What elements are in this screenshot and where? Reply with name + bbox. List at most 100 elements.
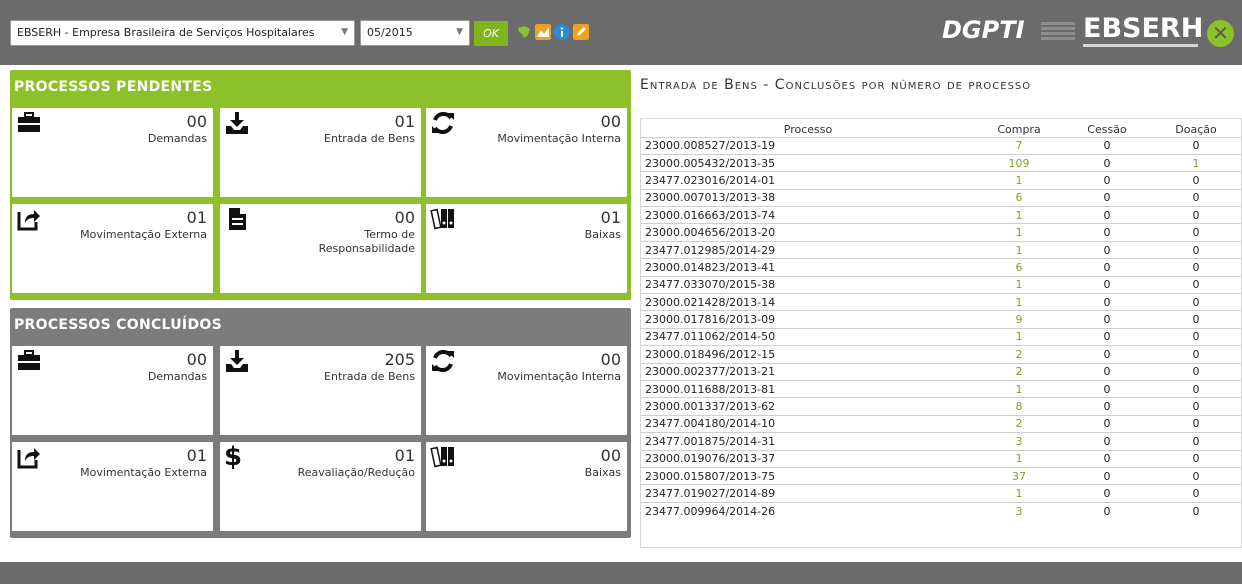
cell-cessao: 0 [1063, 240, 1151, 259]
chevron-down-icon: ▼ [456, 27, 463, 37]
cell-doacao: 0 [1151, 206, 1241, 224]
cell-cessao: 0 [1063, 153, 1151, 172]
table-row[interactable]: 23000.004656/2013-20 1 0 0 [641, 223, 1241, 242]
table-row[interactable]: 23000.005432/2013-35 109 0 1 [641, 153, 1241, 172]
cell-processo: 23477.023016/2014-01 [641, 171, 975, 190]
close-button[interactable]: ✕ [1207, 20, 1234, 47]
table-row[interactable]: 23477.011062/2014-50 1 0 0 [641, 327, 1241, 346]
share-icon [17, 448, 40, 469]
cell-compra: 1 [975, 449, 1063, 468]
table-row[interactable]: 23000.016663/2013-74 1 0 0 [641, 206, 1241, 224]
cell-compra: 1 [975, 484, 1063, 503]
table-row[interactable]: 23000.015807/2013-75 37 0 0 [641, 466, 1241, 485]
cell-compra: 1 [975, 171, 1063, 190]
cell-compra: 3 [975, 501, 1063, 520]
card-baixas[interactable]: 01 Baixas [426, 204, 627, 293]
cell-compra: 1 [975, 293, 1063, 311]
card-label: Baixas [584, 466, 621, 479]
cell-processo: 23000.016663/2013-74 [641, 206, 975, 224]
cell-doacao: 0 [1151, 188, 1241, 207]
top-bar: EBSERH - Empresa Brasileira de Serviços … [0, 0, 1242, 65]
table-row[interactable]: 23000.018496/2012-15 2 0 0 [641, 345, 1241, 364]
table-row[interactable]: 23477.023016/2014-01 1 0 0 [641, 171, 1241, 190]
column-header-compra[interactable]: Compra [975, 119, 1063, 137]
card-baixas[interactable]: 00 Baixas [426, 442, 627, 531]
cell-processo: 23477.009964/2014-26 [641, 501, 975, 520]
cell-cessao: 0 [1063, 206, 1151, 224]
table-header-row: Processo Compra Cessão Doação [641, 119, 1241, 137]
edit-icon[interactable] [573, 24, 589, 40]
cell-compra: 1 [975, 275, 1063, 294]
table-row[interactable]: 23477.004180/2014-10 2 0 0 [641, 414, 1241, 433]
table-row[interactable]: 23000.014823/2013-41 6 0 0 [641, 258, 1241, 277]
cell-cessao: 0 [1063, 223, 1151, 242]
cell-doacao: 0 [1151, 327, 1241, 346]
ok-button[interactable]: OK [474, 21, 508, 46]
organization-select[interactable]: EBSERH - Empresa Brasileira de Serviços … [10, 20, 355, 46]
card-value: 00 [600, 446, 621, 465]
card-value: 00 [600, 350, 621, 369]
table-row[interactable]: 23000.021428/2013-14 1 0 0 [641, 293, 1241, 311]
card-value: 00 [600, 112, 621, 131]
table-row[interactable]: 23000.011688/2013-81 1 0 0 [641, 379, 1241, 398]
cell-compra: 2 [975, 414, 1063, 433]
card-movimentacao-externa[interactable]: 01 Movimentação Externa [12, 204, 213, 293]
archive-binders-icon [430, 208, 454, 230]
document-icon [229, 208, 246, 230]
month-select[interactable]: 05/2015 ▼ [360, 20, 470, 46]
column-header-cessao[interactable]: Cessão [1063, 119, 1151, 137]
table-row[interactable]: 23000.019076/2013-37 1 0 0 [641, 449, 1241, 468]
cell-doacao: 0 [1151, 258, 1241, 277]
cell-processo: 23000.004656/2013-20 [641, 223, 975, 242]
card-entrada-de-bens[interactable]: 01 Entrada de Bens [220, 108, 421, 197]
table-row[interactable]: 23000.008527/2013-19 7 0 0 [641, 136, 1241, 155]
table-row[interactable]: 23477.019027/2014-89 1 0 0 [641, 484, 1241, 503]
cell-processo: 23000.001337/2013-62 [641, 397, 975, 416]
table-row[interactable]: 23477.033070/2015-38 1 0 0 [641, 275, 1241, 294]
refresh-icon [432, 350, 454, 372]
column-header-processo[interactable]: Processo [641, 119, 975, 137]
table-row[interactable]: 23477.012985/2014-29 1 0 0 [641, 240, 1241, 259]
card-demandas[interactable]: 00 Demandas [12, 108, 213, 197]
cell-cessao: 0 [1063, 345, 1151, 364]
ebserh-logo: EBSERH [1083, 13, 1204, 44]
table-row[interactable]: 23477.001875/2014-31 3 0 0 [641, 432, 1241, 451]
cell-cessao: 0 [1063, 466, 1151, 485]
cell-cessao: 0 [1063, 258, 1151, 277]
cell-cessao: 0 [1063, 432, 1151, 451]
cell-cessao: 0 [1063, 136, 1151, 155]
card-movimentacao-externa[interactable]: 01 Movimentação Externa [12, 442, 213, 531]
cell-compra: 1 [975, 379, 1063, 398]
organization-select-value: EBSERH - Empresa Brasileira de Serviços … [17, 26, 315, 39]
info-icon[interactable] [554, 24, 570, 40]
processos-concluidos-panel: PROCESSOS CONCLUÍDOS 00 Demandas 205 Ent… [10, 308, 631, 538]
card-movimentacao-interna[interactable]: 00 Movimentação Interna [426, 346, 627, 435]
share-icon [17, 210, 40, 231]
cell-processo: 23000.014823/2013-41 [641, 258, 975, 277]
card-termo-de-responsabilidade[interactable]: 00 Termo de Responsabilidade [220, 204, 421, 293]
card-label: Movimentação Interna [497, 132, 621, 145]
card-demandas[interactable]: 00 Demandas [12, 346, 213, 435]
brazil-map-icon[interactable] [516, 24, 532, 40]
chart-icon[interactable] [535, 24, 551, 40]
table-row[interactable]: 23000.002377/2013-21 2 0 0 [641, 362, 1241, 381]
cell-doacao: 0 [1151, 466, 1241, 485]
card-reavaliacao-reducao[interactable]: $ 01 Reavaliação/Redução [220, 442, 421, 531]
cell-doacao: 0 [1151, 414, 1241, 433]
table-row[interactable]: 23477.009964/2014-26 3 0 0 [641, 501, 1241, 520]
cell-compra: 3 [975, 432, 1063, 451]
cell-compra: 1 [975, 223, 1063, 242]
table-row[interactable]: 23000.001337/2013-62 8 0 0 [641, 397, 1241, 416]
column-header-doacao[interactable]: Doação [1151, 119, 1241, 137]
cell-compra: 37 [975, 466, 1063, 485]
card-entrada-de-bens[interactable]: 205 Entrada de Bens [220, 346, 421, 435]
cell-cessao: 0 [1063, 293, 1151, 311]
card-value: 01 [600, 208, 621, 227]
cell-compra: 2 [975, 345, 1063, 364]
table-row[interactable]: 23000.007013/2013-38 6 0 0 [641, 188, 1241, 207]
cell-processo: 23000.007013/2013-38 [641, 188, 975, 207]
card-movimentacao-interna[interactable]: 00 Movimentação Interna [426, 108, 627, 197]
archive-binders-icon [430, 446, 454, 468]
table-row[interactable]: 23000.017816/2013-09 9 0 0 [641, 310, 1241, 329]
cell-processo: 23000.017816/2013-09 [641, 310, 975, 329]
